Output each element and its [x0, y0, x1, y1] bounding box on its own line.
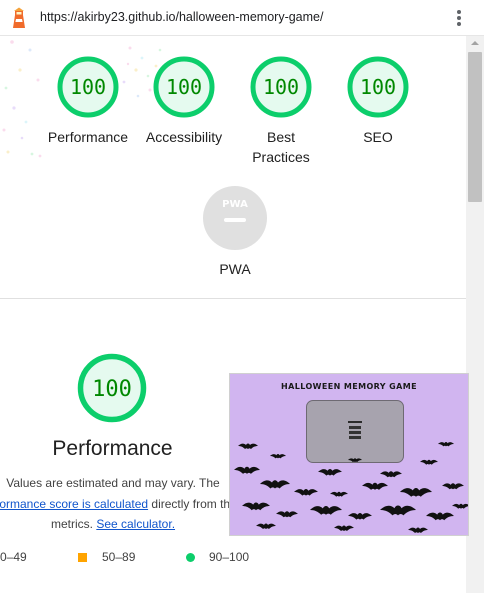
pwa-badge-text: PWA — [222, 199, 248, 210]
kebab-menu-icon[interactable] — [452, 8, 466, 30]
legend-pass: 90–100 — [209, 550, 249, 564]
lighthouse-icon — [13, 7, 25, 28]
gauge-label: Performance — [47, 129, 129, 145]
legend-average-label: 50–89 — [102, 550, 136, 564]
gauge-label: SEO — [363, 129, 393, 145]
gauge-score: 100 — [166, 75, 202, 99]
gauge-score: 100 — [360, 75, 396, 99]
average-square-icon — [78, 553, 87, 562]
score-gauge-ring: 100 — [250, 56, 312, 118]
legend-fail: 0–49 — [0, 550, 27, 564]
screenshot-bats-graphic — [234, 442, 468, 533]
performance-description: Values are estimated and may vary. The r… — [0, 473, 237, 535]
scroll-up-arrow-icon[interactable] — [466, 38, 484, 48]
gauge-label-line1: Best — [266, 129, 295, 145]
section-divider — [0, 298, 466, 299]
page-url[interactable]: https://akirby23.github.io/halloween-mem… — [40, 10, 323, 24]
description-text: metrics. — [50, 517, 97, 531]
legend-fail-label: 0–49 — [0, 550, 27, 564]
performance-score-gauge: 100 — [76, 352, 148, 429]
description-line: metrics. See calculator. — [0, 514, 234, 535]
browser-toolbar: https://akirby23.github.io/halloween-mem… — [0, 0, 484, 36]
legend-average: 50–89 — [102, 550, 135, 564]
gauge-performance[interactable]: 100 Performance — [33, 55, 143, 147]
gauge-label: Best Practices — [226, 127, 336, 167]
score-gauge-ring: 100 — [57, 56, 119, 118]
pass-circle-icon — [186, 553, 195, 562]
scrollbar-thumb[interactable] — [468, 52, 482, 202]
pwa-badge-icon: PWA — [203, 186, 267, 250]
gauge-score: 100 — [70, 75, 106, 99]
description-line: rformance score is calculated directly f… — [0, 494, 237, 515]
gauge-score: 100 — [92, 377, 132, 402]
score-calculation-link[interactable]: rformance score is calculated — [0, 497, 148, 511]
see-calculator-link[interactable]: See calculator. — [96, 517, 175, 531]
gauge-label-line2: Practices — [252, 149, 310, 165]
final-screenshot[interactable]: HALLOWEEN MEMORY GAME — [229, 373, 469, 536]
description-line: Values are estimated and may vary. The — [6, 476, 220, 490]
score-gauge-ring: 100 — [347, 56, 409, 118]
legend-pass-label: 90–100 — [209, 550, 250, 564]
gauge-accessibility[interactable]: 100 Accessibility — [129, 55, 239, 147]
category-title: Performance — [52, 437, 173, 460]
gauge-label: Accessibility — [145, 129, 223, 145]
gauge-best-practices[interactable]: 100 Best Practices — [226, 55, 336, 167]
description-text: directly from the — [148, 496, 237, 511]
score-gauge-ring: 100 — [153, 56, 215, 118]
gauge-label: PWA — [219, 261, 251, 277]
score-gauge-ring: 100 — [77, 353, 147, 423]
gauge-score: 100 — [263, 75, 299, 99]
gauge-seo[interactable]: 100 SEO — [323, 55, 433, 147]
gauge-pwa[interactable]: PWA PWA — [185, 185, 285, 277]
